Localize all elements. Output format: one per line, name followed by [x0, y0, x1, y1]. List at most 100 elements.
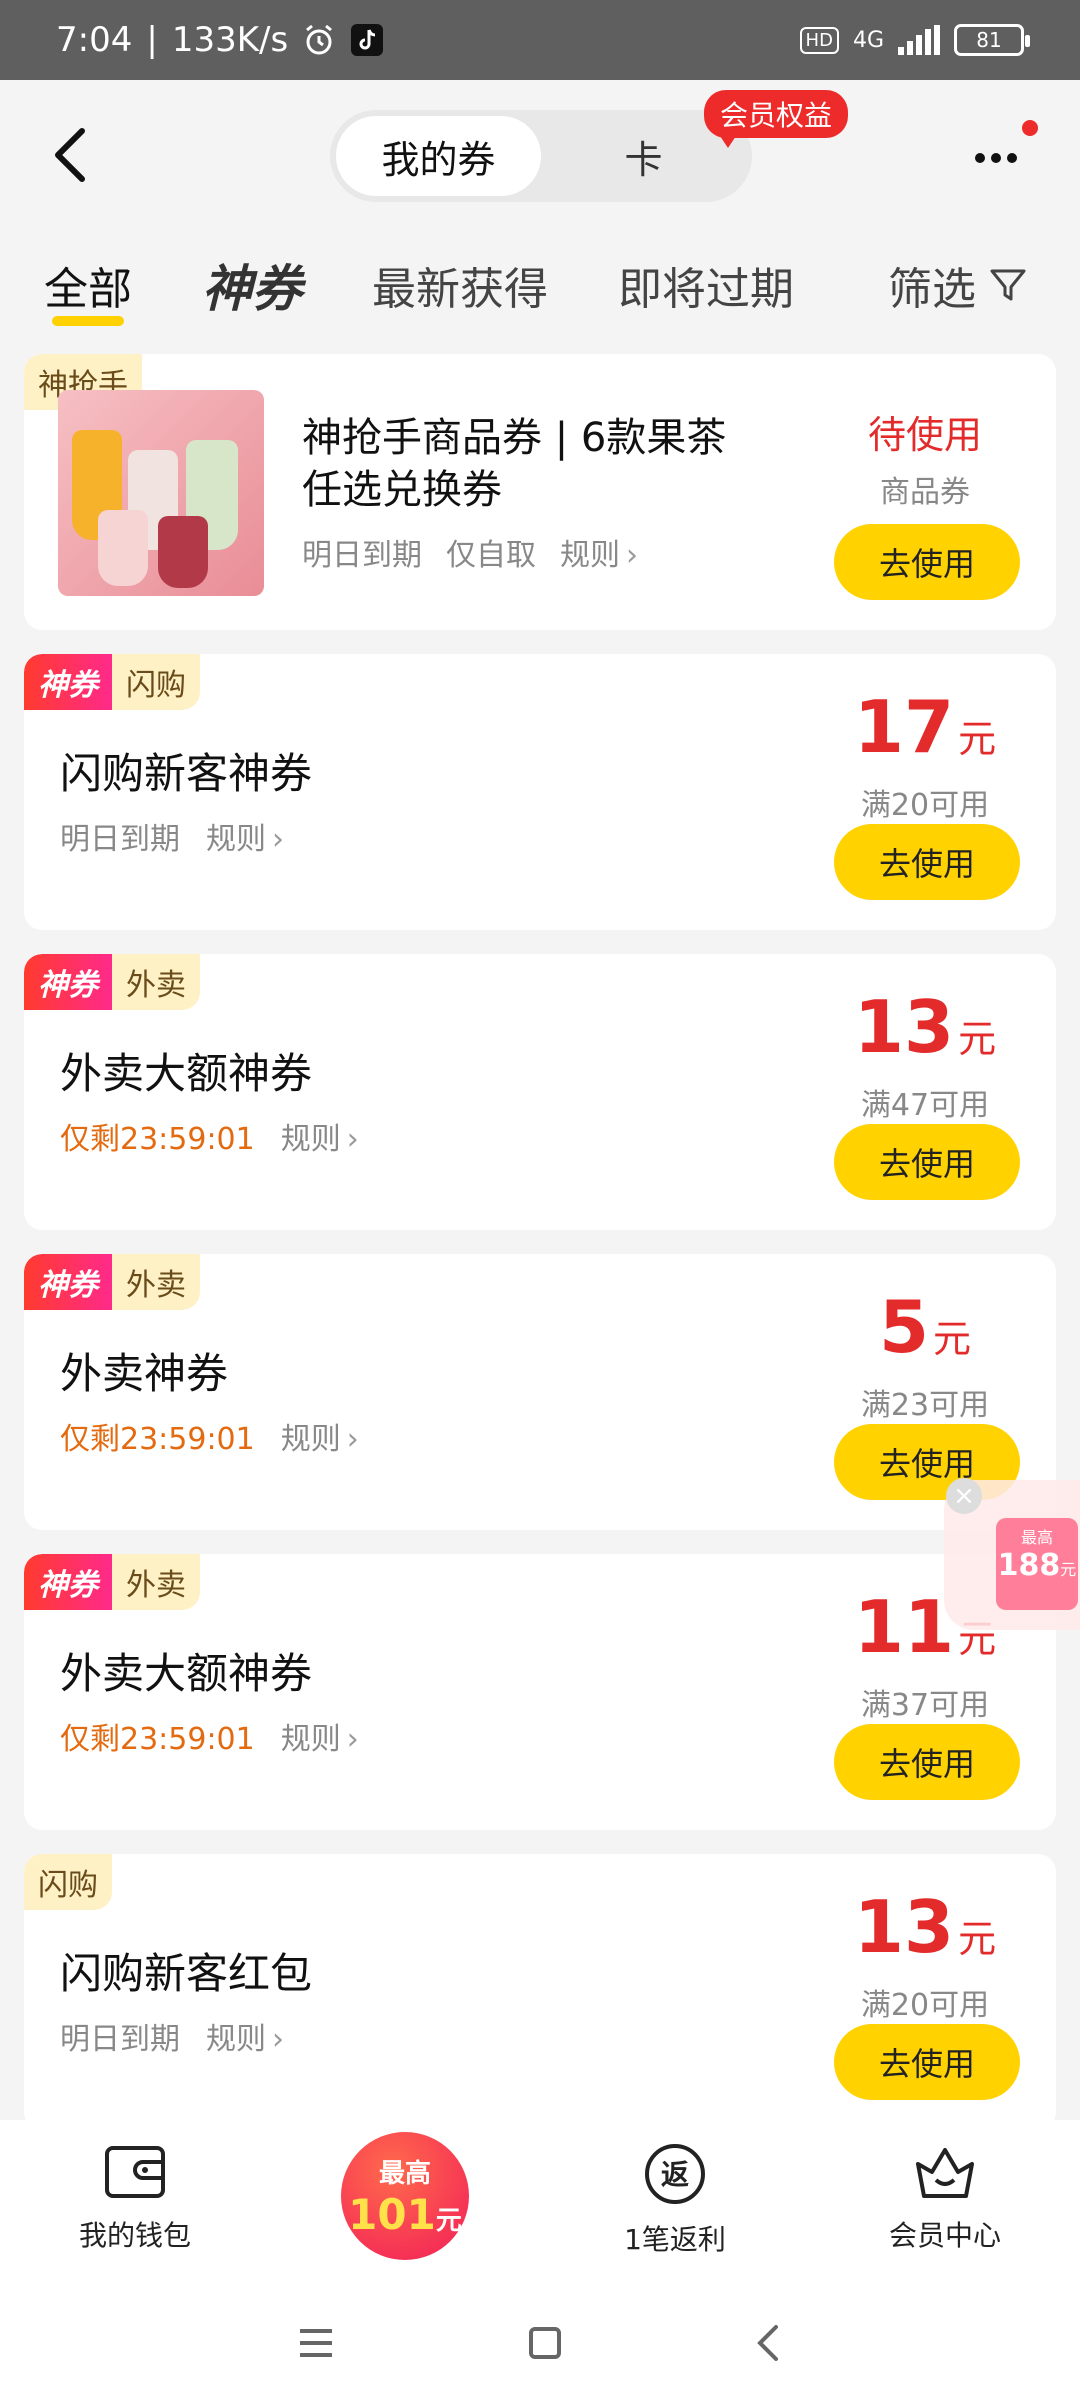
amount-number: 11	[853, 1585, 955, 1669]
coupon-condition: 满20可用	[860, 788, 990, 823]
network-type: 4G	[852, 27, 884, 53]
tab-expiring[interactable]: 即将过期	[618, 230, 794, 340]
coupon-card[interactable]: 神券 外卖 外卖神券 仅剩23:59:01 规则 › 5元 满23可用 去使用	[24, 1254, 1056, 1530]
coupon-card[interactable]: 闪购 闪购新客红包 明日到期 规则 › 13 元 满20可用 去使用	[24, 1854, 1056, 2130]
use-button[interactable]: 去使用	[834, 1724, 1020, 1800]
tag-shen: 神券	[24, 1554, 112, 1610]
nav-member-center[interactable]: 会员中心	[810, 2142, 1080, 2254]
coupon-card[interactable]: 神券 外卖 外卖大额神券 仅剩23:59:01 规则 › 13 元 满47可用 去使…	[24, 954, 1056, 1230]
product-title-line1: 神抢手商品券 | 6款果茶	[302, 415, 727, 461]
use-button[interactable]: 去使用	[834, 2024, 1020, 2100]
tag-row: 神券 闪购	[24, 654, 200, 710]
more-dot	[975, 153, 985, 163]
pickup-text: 仅自取	[446, 538, 536, 573]
rule-link[interactable]: 规则 ›	[560, 530, 638, 574]
coupon-list: 神抢手 神抢手商品券 | 6款果茶 任选兑换券 明日到期 仅自取 规则 › 待使用…	[24, 354, 1056, 2154]
coupon-card[interactable]: 神券 外卖 外卖大额神券 仅剩23:59:01 规则 › 11 元 满37可用 去使…	[24, 1554, 1056, 1830]
back-button[interactable]	[40, 120, 100, 190]
tag-shen: 神券	[24, 954, 112, 1010]
battery-icon: 81	[954, 24, 1030, 56]
nav-wallet[interactable]: 我的钱包	[0, 2142, 270, 2254]
page-header: 我的券 卡 会员权益	[0, 80, 1080, 230]
tag-row: 神券 外卖	[24, 954, 200, 1010]
countdown-text: 仅剩23:59:01	[60, 1422, 255, 1457]
promo-amount: 188	[997, 1548, 1061, 1583]
promo-top-label: 最高	[1020, 1528, 1053, 1547]
expire-text: 明日到期	[60, 822, 180, 857]
tag-category: 闪购	[112, 654, 200, 710]
douyin-app-icon	[350, 23, 384, 57]
svg-text:返: 返	[661, 2158, 689, 2191]
tag-category: 外卖	[112, 1554, 200, 1610]
rebate-icon: 返	[645, 2144, 705, 2204]
coupon-amount: 13 元	[830, 1888, 1020, 1978]
battery-level: 81	[976, 28, 1002, 52]
tag-row: 闪购	[24, 1854, 112, 1910]
back-icon[interactable]	[754, 2323, 784, 2363]
menu-icon[interactable]	[296, 2326, 336, 2360]
coupon-meta: 明日到期 规则 ›	[60, 2014, 284, 2058]
nav-wallet-label: 我的钱包	[78, 2219, 191, 2252]
coupon-amount: 13 元	[830, 988, 1020, 1078]
rule-link[interactable]: 规则 ›	[281, 1714, 359, 1758]
coupon-title: 外卖大额神券	[60, 1649, 313, 1698]
tab-filter[interactable]: 筛选	[888, 230, 1028, 340]
rule-label: 规则	[280, 1422, 341, 1457]
expire-text: 明日到期	[60, 2022, 180, 2057]
rule-link[interactable]: 规则 ›	[206, 814, 284, 858]
rule-link[interactable]: 规则 ›	[281, 1414, 359, 1458]
more-options-button[interactable]	[975, 128, 1035, 188]
use-button[interactable]: 去使用	[834, 524, 1020, 600]
amount-unit: 元	[933, 1317, 972, 1361]
more-dot	[991, 153, 1001, 163]
amount-unit: 元	[958, 717, 997, 761]
rule-link[interactable]: 规则 ›	[206, 2014, 284, 2058]
chevron-right-icon: ›	[346, 1122, 359, 1157]
promo-unit: 元	[1060, 1560, 1077, 1579]
filter-icon	[990, 269, 1026, 301]
product-title-line2: 任选兑换券	[302, 467, 502, 513]
tab-all[interactable]: 全部	[44, 230, 132, 340]
coupon-card[interactable]: 神券 闪购 闪购新客神券 明日到期 规则 › 17 元 满20可用 去使用	[24, 654, 1056, 930]
product-meta: 明日到期 仅自取 规则 ›	[302, 530, 638, 574]
nav-rebate[interactable]: 返 1笔返利	[540, 2142, 810, 2258]
tab-shen-coupon[interactable]: 神券	[202, 230, 302, 340]
coupon-value: 17 元 满20可用	[830, 688, 1020, 824]
coupon-title: 外卖大额神券	[60, 1049, 313, 1098]
tag-category: 闪购	[24, 1854, 112, 1910]
chevron-right-icon: ›	[272, 822, 284, 857]
hd-icon: HD	[799, 26, 839, 54]
segment-my-coupons[interactable]: 我的券	[336, 116, 541, 196]
floating-promo-amount[interactable]: 最高 188元	[996, 1518, 1078, 1610]
countdown-text: 仅剩23:59:01	[60, 1122, 255, 1157]
rule-link[interactable]: 规则 ›	[281, 1114, 359, 1158]
amount-unit: 元	[958, 1917, 997, 1961]
coupon-meta: 仅剩23:59:01 规则 ›	[60, 1714, 359, 1758]
use-button[interactable]: 去使用	[834, 824, 1020, 900]
coupon-title: 闪购新客神券	[60, 749, 313, 798]
coupon-value: 13 元 满47可用	[830, 988, 1020, 1124]
product-image	[58, 390, 264, 596]
nav-promo[interactable]: 最高 101元	[270, 2132, 540, 2260]
status-bar: 7:04 | 133K/s HD 4G 81	[0, 0, 1080, 80]
amount-number: 13	[853, 985, 955, 1069]
notification-dot	[1022, 120, 1038, 136]
rule-label: 规则	[206, 2022, 266, 2057]
amount-unit: 元	[958, 1017, 997, 1061]
amount-number: 13	[853, 1885, 955, 1969]
promo-circle: 最高 101元	[341, 2132, 469, 2260]
home-icon[interactable]	[527, 2325, 563, 2361]
member-benefits-badge[interactable]: 会员权益	[704, 90, 849, 148]
use-button[interactable]: 去使用	[834, 1124, 1020, 1200]
filter-label: 筛选	[888, 264, 976, 315]
tab-newest[interactable]: 最新获得	[372, 230, 548, 340]
amount-number: 5	[878, 1285, 930, 1369]
product-status: 待使用 商品券	[830, 404, 1020, 511]
close-icon[interactable]: ×	[946, 1478, 982, 1514]
filter-tabs: 全部 神券 最新获得 即将过期 筛选	[0, 230, 1080, 340]
nav-rebate-label: 1笔返利	[624, 2223, 726, 2256]
coupon-card-product[interactable]: 神抢手 神抢手商品券 | 6款果茶 任选兑换券 明日到期 仅自取 规则 › 待使用…	[24, 354, 1056, 630]
coupon-amount: 5元	[830, 1288, 1020, 1378]
promo-circle-unit: 元	[435, 2206, 462, 2236]
tag-category: 外卖	[112, 954, 200, 1010]
